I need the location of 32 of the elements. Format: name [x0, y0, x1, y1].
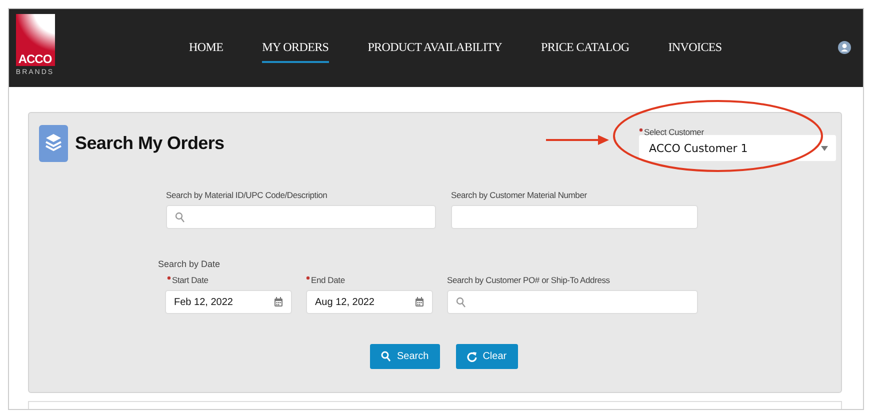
field-label: Search by Material ID/UPC Code/Description [166, 190, 328, 200]
field-label: Search by Customer Material Number [451, 190, 587, 200]
customer-dropdown[interactable]: ACCO Customer 1 [639, 135, 836, 161]
section-label: Search by Date [158, 259, 222, 269]
calendar-icon [415, 297, 424, 307]
arrow-annotation [546, 135, 609, 145]
brand-logo[interactable]: ACCO [16, 14, 54, 66]
user-avatar-icon[interactable] [838, 41, 851, 54]
input-field[interactable] [451, 205, 698, 229]
clear-button[interactable]: Clear [456, 344, 518, 369]
search-button[interactable]: Search [370, 344, 440, 369]
refresh-icon [466, 351, 477, 362]
nav-tab[interactable]: PRODUCT AVAILABILITY [368, 40, 502, 63]
date-field[interactable]: Aug 12, 2022 [306, 290, 433, 314]
search-icon [381, 351, 391, 362]
date-field[interactable]: Feb 12, 2022 [165, 290, 292, 314]
field-label: Select Customer [644, 127, 704, 137]
dropdown-caret-icon [821, 146, 828, 150]
nav-tab[interactable]: HOME [189, 40, 224, 63]
search-field[interactable] [447, 290, 698, 314]
search-icon [175, 212, 185, 222]
page-title: Search My Orders [75, 133, 224, 154]
field-label: Search by Customer PO# or Ship-To Address [447, 275, 610, 285]
layers-icon [39, 125, 68, 162]
field-label: Start Date [172, 275, 208, 285]
nav-tab[interactable]: MY ORDERS [262, 40, 329, 63]
search-field[interactable] [166, 205, 436, 229]
search-icon [456, 296, 466, 308]
nav-tab[interactable]: INVOICES [668, 40, 722, 63]
field-label: End Date [311, 275, 345, 285]
calendar-icon [274, 297, 283, 307]
nav-tab[interactable]: PRICE CATALOG [541, 40, 630, 63]
